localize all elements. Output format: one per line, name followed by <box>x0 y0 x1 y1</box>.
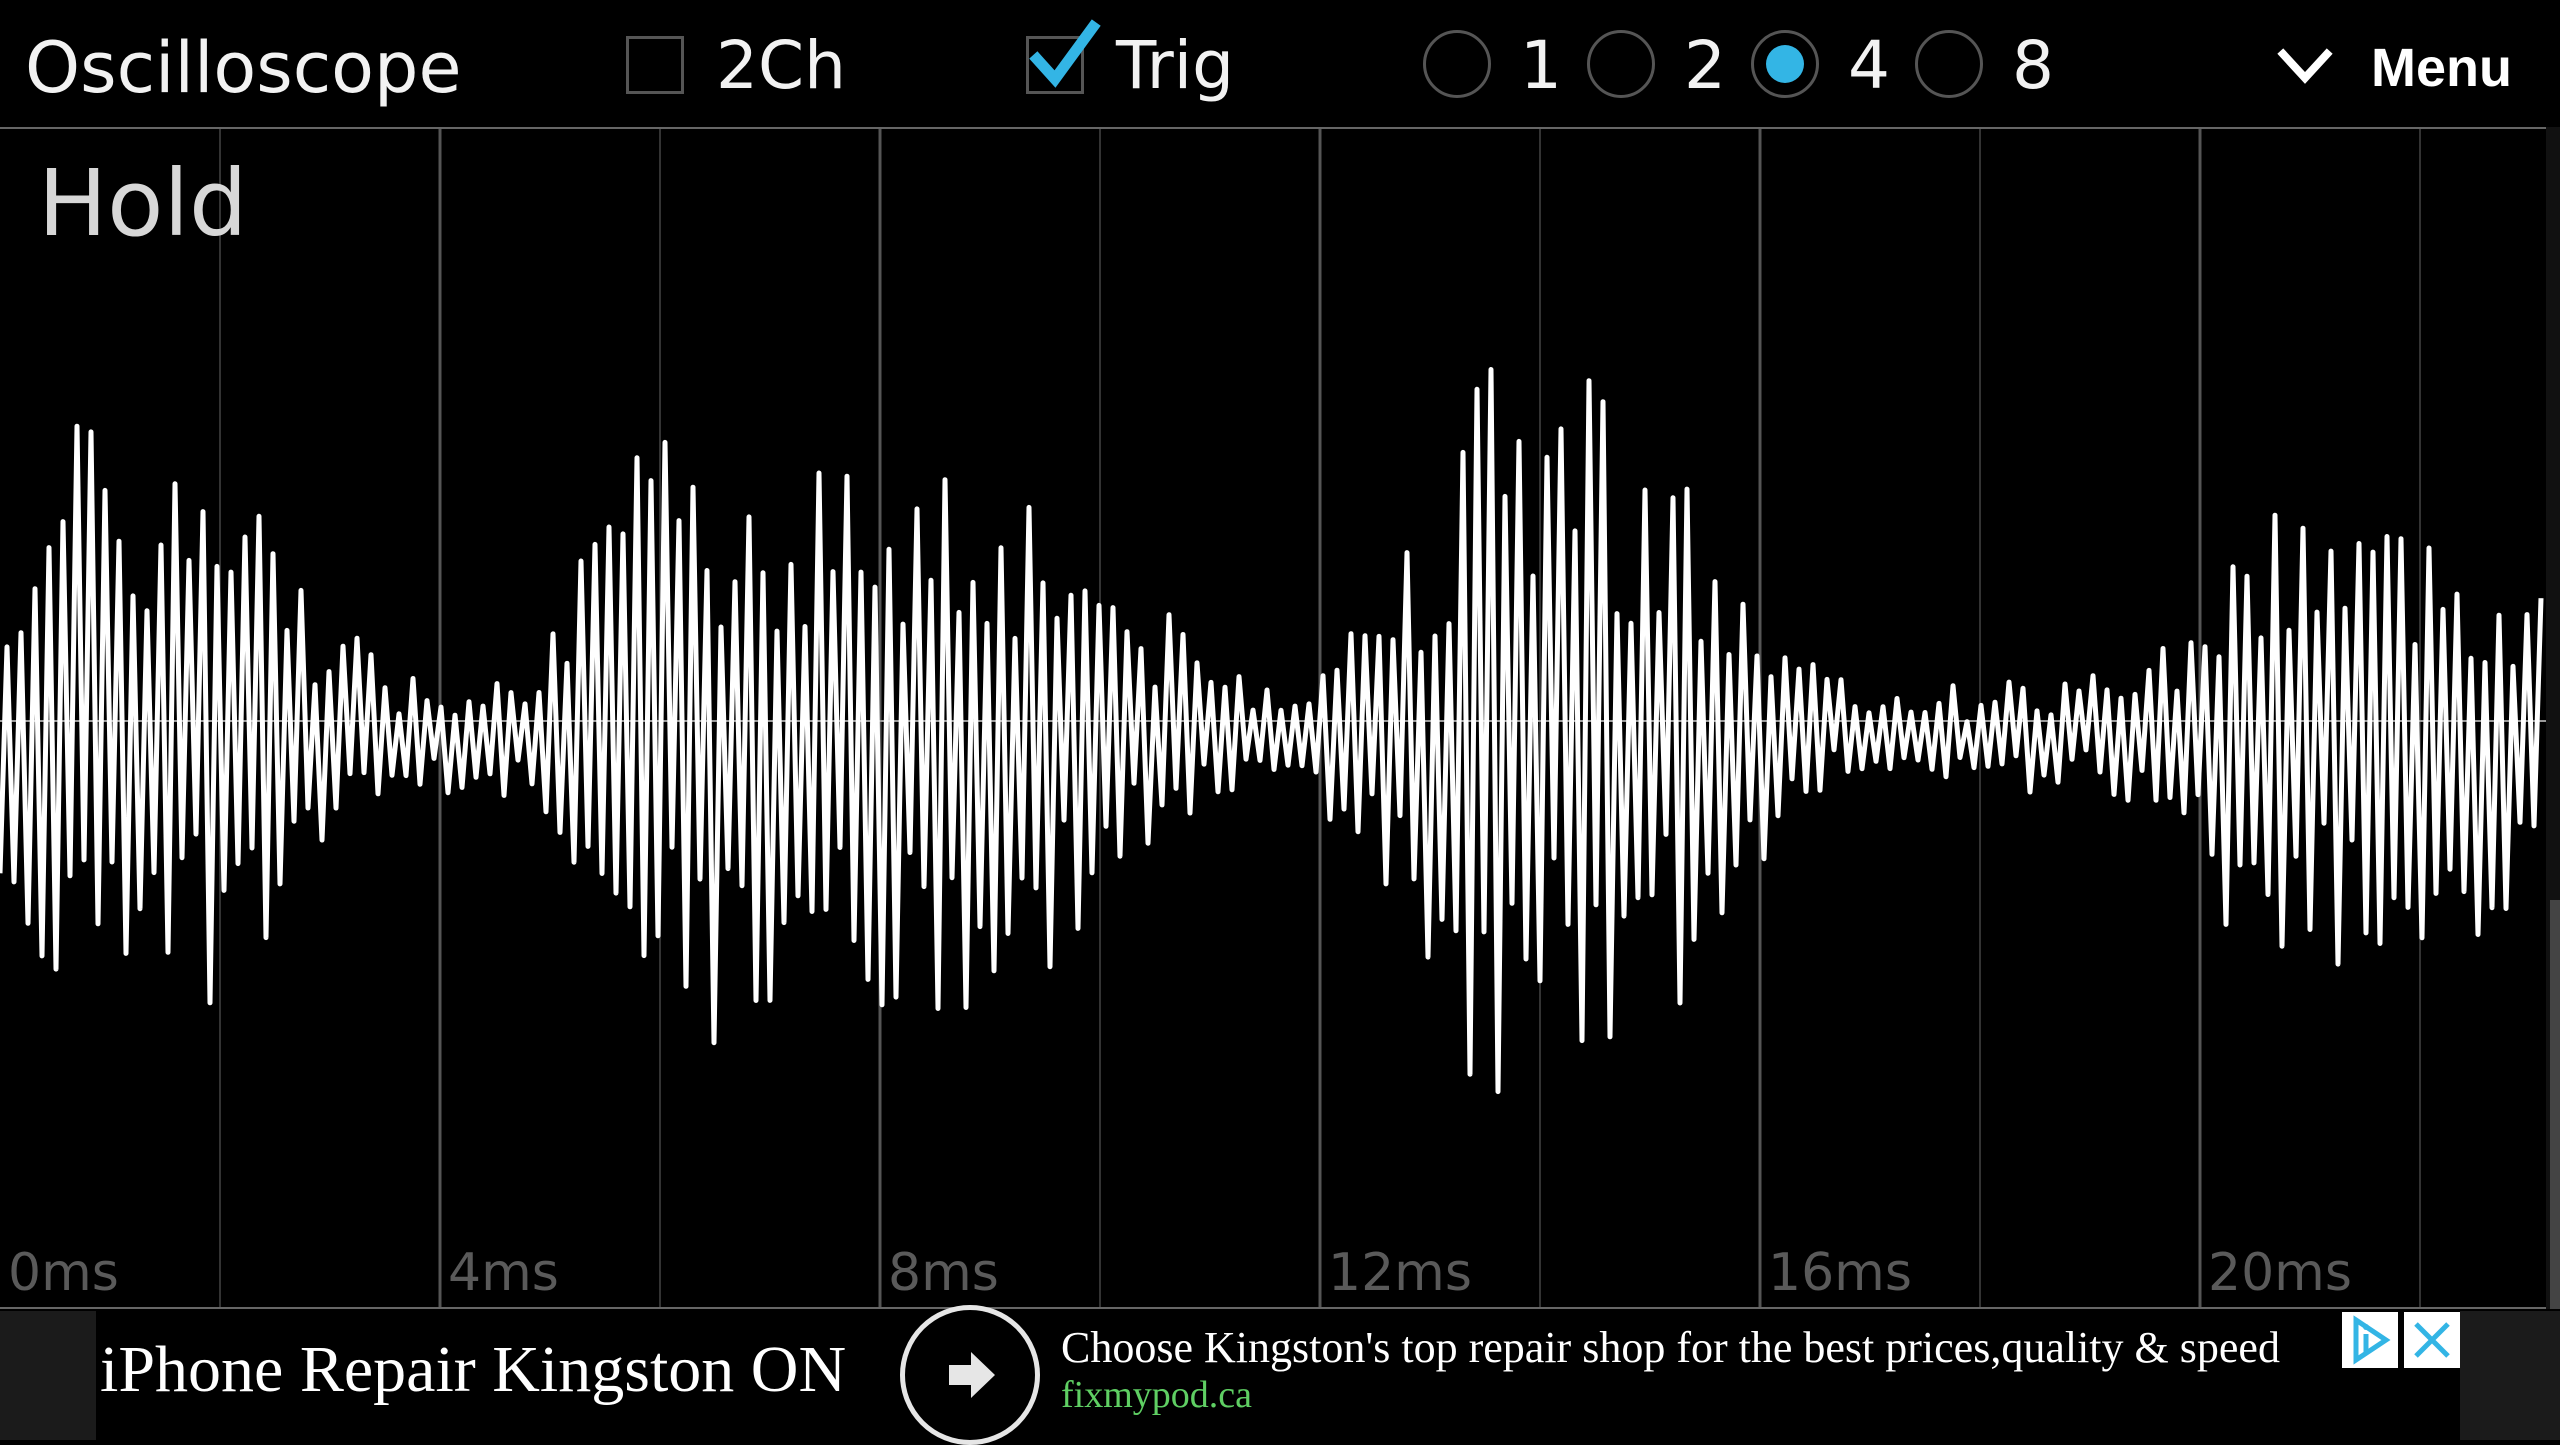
ad-url[interactable]: fixmypod.ca <box>1061 1370 1252 1420</box>
app-title: Oscilloscope <box>25 27 462 109</box>
scope-display[interactable] <box>0 127 2546 1309</box>
trigger-checkbox[interactable]: Trig <box>1026 19 1234 104</box>
time-tick-3: 12ms <box>1328 1243 1472 1303</box>
chevron-down-icon <box>2277 48 2333 84</box>
time-tick-0: 0ms <box>8 1243 119 1303</box>
ad-open-button[interactable] <box>900 1305 1040 1445</box>
scale-radio-label-4: 4 <box>1848 27 1890 104</box>
ad-description[interactable]: Choose Kingston's top repair shop for th… <box>1061 1320 2351 1376</box>
trigger-label: Trig <box>1116 26 1234 104</box>
waveform-trace <box>0 367 2544 1095</box>
hold-status: Hold <box>38 150 248 257</box>
menu-label: Menu <box>2371 38 2512 98</box>
time-tick-1: 4ms <box>448 1243 559 1303</box>
time-tick-4: 16ms <box>1768 1243 1912 1303</box>
trigger-check-box[interactable] <box>1026 19 1101 94</box>
two-channel-checkbox[interactable]: 2Ch <box>626 27 846 104</box>
scale-radio-1[interactable] <box>1423 30 1491 98</box>
scale-radio-label-1: 1 <box>1520 27 1562 104</box>
two-channel-label: 2Ch <box>716 26 846 104</box>
scope-plot <box>0 129 2546 1307</box>
scale-radio-8[interactable] <box>1915 30 1983 98</box>
adchoices-icon[interactable] <box>2342 1312 2398 1368</box>
ad-title[interactable]: iPhone Repair Kingston ON <box>100 1330 846 1410</box>
time-tick-5: 20ms <box>2208 1243 2352 1303</box>
scale-radio-label-2: 2 <box>1684 27 1726 104</box>
scrollbar-thumb[interactable] <box>2550 900 2560 1309</box>
menu-button[interactable]: Menu <box>2277 28 2512 108</box>
two-channel-check-box[interactable] <box>626 36 684 94</box>
checkmark-icon <box>1029 19 1101 88</box>
time-tick-2: 8ms <box>888 1243 999 1303</box>
ad-close-icon[interactable] <box>2404 1312 2460 1368</box>
arrow-right-icon <box>949 1352 995 1398</box>
scale-radio-2[interactable] <box>1587 30 1655 98</box>
scale-radio-label-8: 8 <box>2012 27 2054 104</box>
scale-radio-4[interactable] <box>1751 30 1819 98</box>
radio-selected-dot <box>1766 45 1804 83</box>
